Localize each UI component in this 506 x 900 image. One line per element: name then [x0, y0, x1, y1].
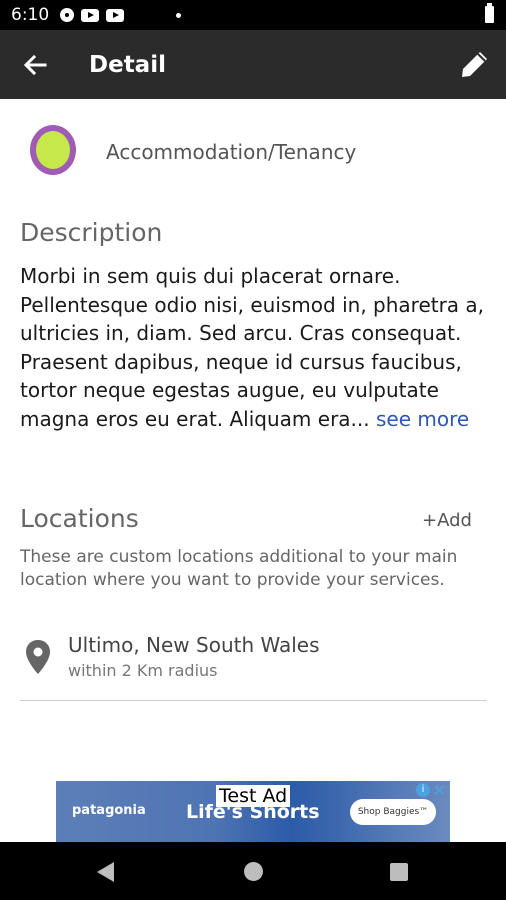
divider — [20, 700, 487, 701]
status-bar: 6:10 — [0, 0, 506, 30]
ad-close-icon[interactable]: ✕ — [433, 781, 446, 800]
battery-icon — [485, 3, 494, 23]
settings-notification-icon — [60, 8, 74, 22]
youtube-notification-icon — [81, 8, 99, 22]
see-more-link[interactable]: see more — [376, 407, 469, 431]
description-text: Morbi in sem quis dui placerat ornare. P… — [20, 262, 490, 433]
test-ad-label: Test Ad — [216, 785, 291, 807]
ad-info-icon[interactable]: i — [416, 783, 430, 797]
system-nav-bar — [0, 842, 506, 900]
more-notifications-dot-icon — [176, 12, 181, 18]
description-heading: Description — [20, 218, 163, 247]
status-icons — [60, 8, 181, 22]
nav-back-icon[interactable] — [97, 862, 114, 882]
category-label: Accommodation/Tenancy — [106, 140, 357, 164]
ad-cta-button[interactable]: Shop Baggies™ — [350, 799, 436, 825]
edit-pencil-icon[interactable] — [458, 47, 492, 81]
location-name[interactable]: Ultimo, New South Wales — [68, 633, 320, 657]
nav-recents-icon[interactable] — [390, 863, 408, 881]
location-radius: within 2 Km radius — [68, 661, 218, 680]
page-title: Detail — [89, 52, 166, 78]
ad-banner[interactable]: patagonia Life's Shorts Shop Baggies™ Te… — [56, 781, 450, 842]
app-bar: Detail — [0, 30, 506, 99]
category-icon — [30, 125, 76, 175]
add-location-button[interactable]: +Add — [422, 510, 472, 531]
status-time: 6:10 — [11, 5, 50, 25]
youtube-notification-icon-2 — [106, 8, 124, 22]
back-arrow-icon[interactable] — [20, 50, 50, 80]
location-pin-icon — [24, 638, 52, 676]
nav-home-icon[interactable] — [244, 862, 263, 881]
locations-heading: Locations — [20, 504, 139, 533]
locations-hint: These are custom locations additional to… — [20, 547, 458, 590]
ad-brand: patagonia — [72, 803, 146, 818]
